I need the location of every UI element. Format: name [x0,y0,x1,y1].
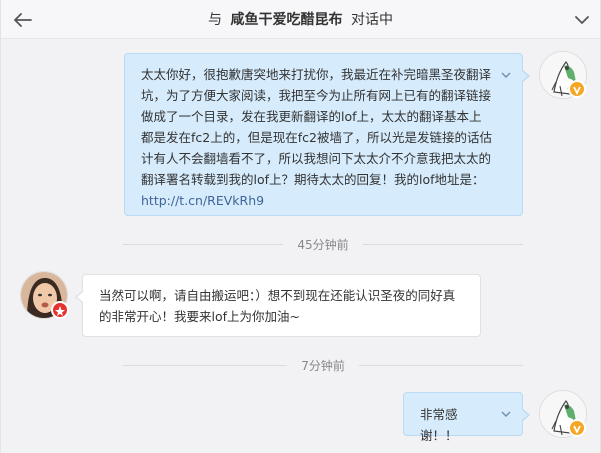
verified-badge-icon [568,419,586,437]
message-text: 当然可以啊，请自由搬运吧：）想不到现在还能认识圣夜的同好真的非常开心！我要来lo… [99,288,456,324]
contact-name[interactable]: 咸鱼干爱吃醋昆布 [231,12,343,28]
chat-header: 与 咸鱼干爱吃醋昆布 对话中 [1,0,600,39]
message-text: 非常感谢！！ [420,407,458,443]
chevron-down-icon [501,411,511,417]
bubble-tail [522,70,530,82]
arrow-left-icon [14,13,32,27]
back-button[interactable] [13,10,33,30]
collapse-button[interactable] [572,10,592,30]
message-menu-button[interactable] [498,406,514,422]
chevron-down-icon [575,15,589,24]
time-divider: 7分钟前 [123,355,524,375]
title-prefix: 与 [208,12,223,28]
message-bubble-outgoing: 太太你好，很抱歉唐突地来打扰你，我最近在补完暗黑圣夜翻译坑，为了方便大家阅读，我… [124,53,530,216]
verified-badge-icon [568,80,586,98]
lof-link[interactable]: http://t.cn/REVkRh9 [141,193,264,208]
timestamp: 7分钟前 [301,358,345,373]
message-bubble-outgoing: 非常感谢！！ [403,392,530,443]
chevron-down-icon [501,72,511,78]
timestamp: 45分钟前 [297,237,349,252]
time-divider: 45分钟前 [123,234,523,254]
red-badge-icon [51,301,69,319]
chat-window: 与 咸鱼干爱吃醋昆布 对话中 太太你好，很抱歉唐突地来打扰你，我最近在补完暗黑圣… [0,0,601,453]
message-bubble-incoming: 当然可以啊，请自由搬运吧：）想不到现在还能认识圣夜的同好真的非常开心！我要来lo… [75,274,481,337]
message-menu-button[interactable] [498,67,514,83]
chat-title: 与 咸鱼干爱吃醋昆布 对话中 [208,9,393,29]
title-suffix: 对话中 [350,12,393,28]
bubble-tail [75,291,83,303]
bubble-tail [522,409,530,421]
message-text: 太太你好，很抱歉唐突地来打扰你，我最近在补完暗黑圣夜翻译坑，为了方便大家阅读，我… [141,67,492,208]
